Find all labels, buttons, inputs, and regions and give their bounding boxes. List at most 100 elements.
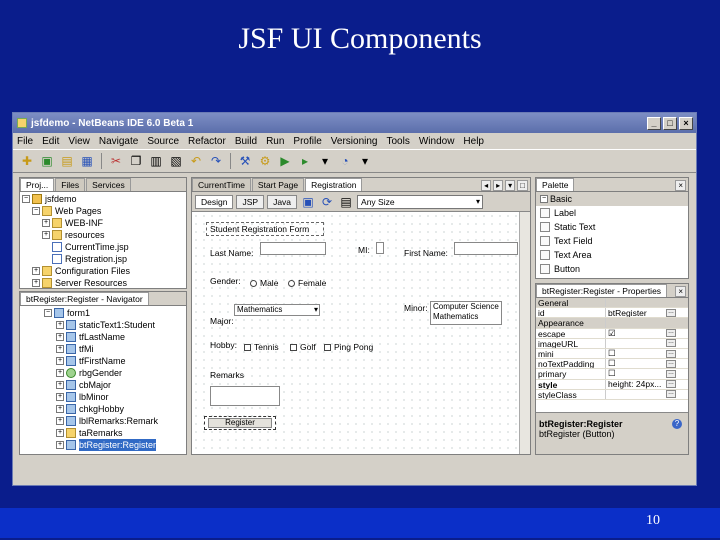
tab-projects[interactable]: Proj... bbox=[20, 178, 55, 191]
property-row[interactable]: mini ☐… bbox=[536, 348, 688, 360]
design-canvas[interactable]: Student Registration Form Last Name: MI:… bbox=[192, 212, 518, 454]
golf-checkbox[interactable]: Golf bbox=[290, 342, 316, 352]
tree-item[interactable]: CurrentTime.jsp bbox=[22, 241, 186, 253]
tree-item[interactable]: + WEB-INF bbox=[22, 217, 186, 229]
menu-source[interactable]: Source bbox=[147, 136, 179, 147]
dropdown-arrow-icon[interactable]: ▾ bbox=[317, 153, 333, 169]
menu-view[interactable]: View bbox=[68, 136, 90, 147]
list-item[interactable]: Mathematics bbox=[433, 312, 501, 322]
property-row[interactable]: escape ☑… bbox=[536, 328, 688, 339]
tree-item[interactable]: − form1 bbox=[22, 307, 186, 319]
undo-icon[interactable]: ↶ bbox=[188, 153, 204, 169]
edit-ellipsis-icon[interactable]: … bbox=[666, 339, 676, 348]
tree-item[interactable]: + Server Resources bbox=[22, 277, 186, 288]
expand-icon[interactable]: + bbox=[56, 405, 64, 413]
minimize-button[interactable]: _ bbox=[647, 116, 661, 130]
collapse-icon[interactable]: − bbox=[540, 195, 548, 203]
tree-item[interactable]: + staticText1:Student bbox=[22, 319, 186, 331]
last-name-label[interactable]: Last Name: bbox=[210, 248, 253, 258]
close-button[interactable]: × bbox=[679, 116, 693, 130]
preview-icon[interactable]: ▣ bbox=[300, 194, 316, 210]
tree-item[interactable]: − Web Pages bbox=[22, 205, 186, 217]
tab-navigator[interactable]: btRegister:Register - Navigator bbox=[20, 292, 149, 305]
tree-item[interactable]: + tfLastName bbox=[22, 331, 186, 343]
tennis-checkbox[interactable]: Tennis bbox=[244, 342, 279, 352]
tab-current-time[interactable]: CurrentTime bbox=[192, 178, 251, 191]
tree-item[interactable]: + lbMinor bbox=[22, 391, 186, 403]
hobby-label[interactable]: Hobby: bbox=[210, 340, 237, 350]
copy-icon[interactable]: ❐ bbox=[128, 153, 144, 169]
property-row[interactable]: id btRegister… bbox=[536, 308, 688, 319]
tree-item[interactable]: + tfFirstName bbox=[22, 355, 186, 367]
palette-item-text-field[interactable]: Text Field bbox=[536, 234, 688, 248]
major-label[interactable]: Major: bbox=[210, 316, 234, 326]
edit-ellipsis-icon[interactable]: … bbox=[666, 329, 676, 338]
designer-scrollbar[interactable] bbox=[519, 212, 530, 454]
tab-registration[interactable]: Registration bbox=[305, 178, 363, 191]
tree-item[interactable]: + resources bbox=[22, 229, 186, 241]
expand-icon[interactable]: + bbox=[56, 429, 64, 437]
property-row[interactable]: style height: 24px...… bbox=[536, 379, 688, 390]
first-name-field[interactable] bbox=[454, 242, 518, 255]
tab-files[interactable]: Files bbox=[55, 178, 86, 191]
maximize-button[interactable]: □ bbox=[663, 116, 677, 130]
tree-item[interactable]: + tfMi bbox=[22, 343, 186, 355]
scroll-right-icon[interactable]: ▸ bbox=[493, 180, 504, 191]
expand-icon[interactable]: + bbox=[42, 219, 50, 227]
expand-icon[interactable]: + bbox=[56, 321, 64, 329]
tree-item[interactable]: + rbgGender bbox=[22, 367, 186, 379]
minor-label[interactable]: Minor: bbox=[404, 303, 428, 313]
close-icon[interactable]: × bbox=[675, 180, 686, 191]
debug-icon[interactable]: ▸ bbox=[297, 153, 313, 169]
minor-listbox[interactable]: Computer Science Mathematics bbox=[430, 301, 502, 325]
maximize-editor-icon[interactable]: □ bbox=[517, 180, 528, 191]
edit-ellipsis-icon[interactable]: … bbox=[666, 359, 676, 368]
expand-icon[interactable]: + bbox=[56, 393, 64, 401]
palette-item-label[interactable]: Label bbox=[536, 206, 688, 220]
redo-icon[interactable]: ↷ bbox=[208, 153, 224, 169]
last-name-field[interactable] bbox=[260, 242, 326, 255]
expand-icon[interactable]: + bbox=[56, 333, 64, 341]
paste-icon[interactable]: ▥ bbox=[148, 153, 164, 169]
expand-icon[interactable]: + bbox=[56, 357, 64, 365]
mi-label[interactable]: MI: bbox=[358, 245, 370, 255]
menu-navigate[interactable]: Navigate bbox=[99, 136, 138, 147]
tab-start-page[interactable]: Start Page bbox=[251, 178, 305, 191]
delete-icon[interactable]: ▧ bbox=[168, 153, 184, 169]
tree-item[interactable]: Registration.jsp bbox=[22, 253, 186, 265]
menu-profile[interactable]: Profile bbox=[293, 136, 321, 147]
java-view-button[interactable]: Java bbox=[267, 194, 298, 209]
expand-icon[interactable]: + bbox=[56, 369, 64, 377]
run-icon[interactable]: ▶ bbox=[277, 153, 293, 169]
refresh-icon[interactable]: ⟳ bbox=[319, 194, 335, 210]
tree-item[interactable]: + chkgHobby bbox=[22, 403, 186, 415]
jsp-view-button[interactable]: JSP bbox=[236, 194, 265, 209]
expand-icon[interactable]: + bbox=[56, 417, 64, 425]
tree-item[interactable]: − jsfdemo bbox=[22, 193, 186, 205]
build-icon[interactable]: ⚒ bbox=[237, 153, 253, 169]
expand-icon[interactable]: + bbox=[42, 231, 50, 239]
remarks-textarea[interactable] bbox=[210, 386, 280, 406]
menu-tools[interactable]: Tools bbox=[386, 136, 409, 147]
collapse-icon[interactable]: − bbox=[44, 309, 52, 317]
property-category[interactable]: General bbox=[536, 298, 688, 309]
expand-icon[interactable]: + bbox=[56, 345, 64, 353]
profile-icon[interactable]: ◔ bbox=[337, 153, 353, 169]
design-view-button[interactable]: Design bbox=[195, 194, 234, 209]
expand-icon[interactable]: + bbox=[56, 381, 64, 389]
new-file-icon[interactable]: ✚ bbox=[19, 153, 35, 169]
register-button[interactable]: Register bbox=[208, 418, 272, 428]
collapse-icon[interactable]: − bbox=[32, 207, 40, 215]
tab-palette[interactable]: Palette bbox=[536, 178, 575, 191]
edit-ellipsis-icon[interactable]: … bbox=[666, 369, 676, 378]
palette-item-static-text[interactable]: Static Text bbox=[536, 220, 688, 234]
tree-item[interactable]: + Configuration Files bbox=[22, 265, 186, 277]
tab-services[interactable]: Services bbox=[86, 178, 131, 191]
list-item[interactable]: Computer Science bbox=[433, 302, 501, 312]
tree-item[interactable]: + lblRemarks:Remark bbox=[22, 415, 186, 427]
expand-icon[interactable]: + bbox=[32, 267, 40, 275]
help-icon[interactable]: ? bbox=[672, 419, 682, 429]
menu-file[interactable]: File bbox=[17, 136, 33, 147]
menu-build[interactable]: Build bbox=[235, 136, 257, 147]
mi-field[interactable] bbox=[376, 242, 384, 254]
